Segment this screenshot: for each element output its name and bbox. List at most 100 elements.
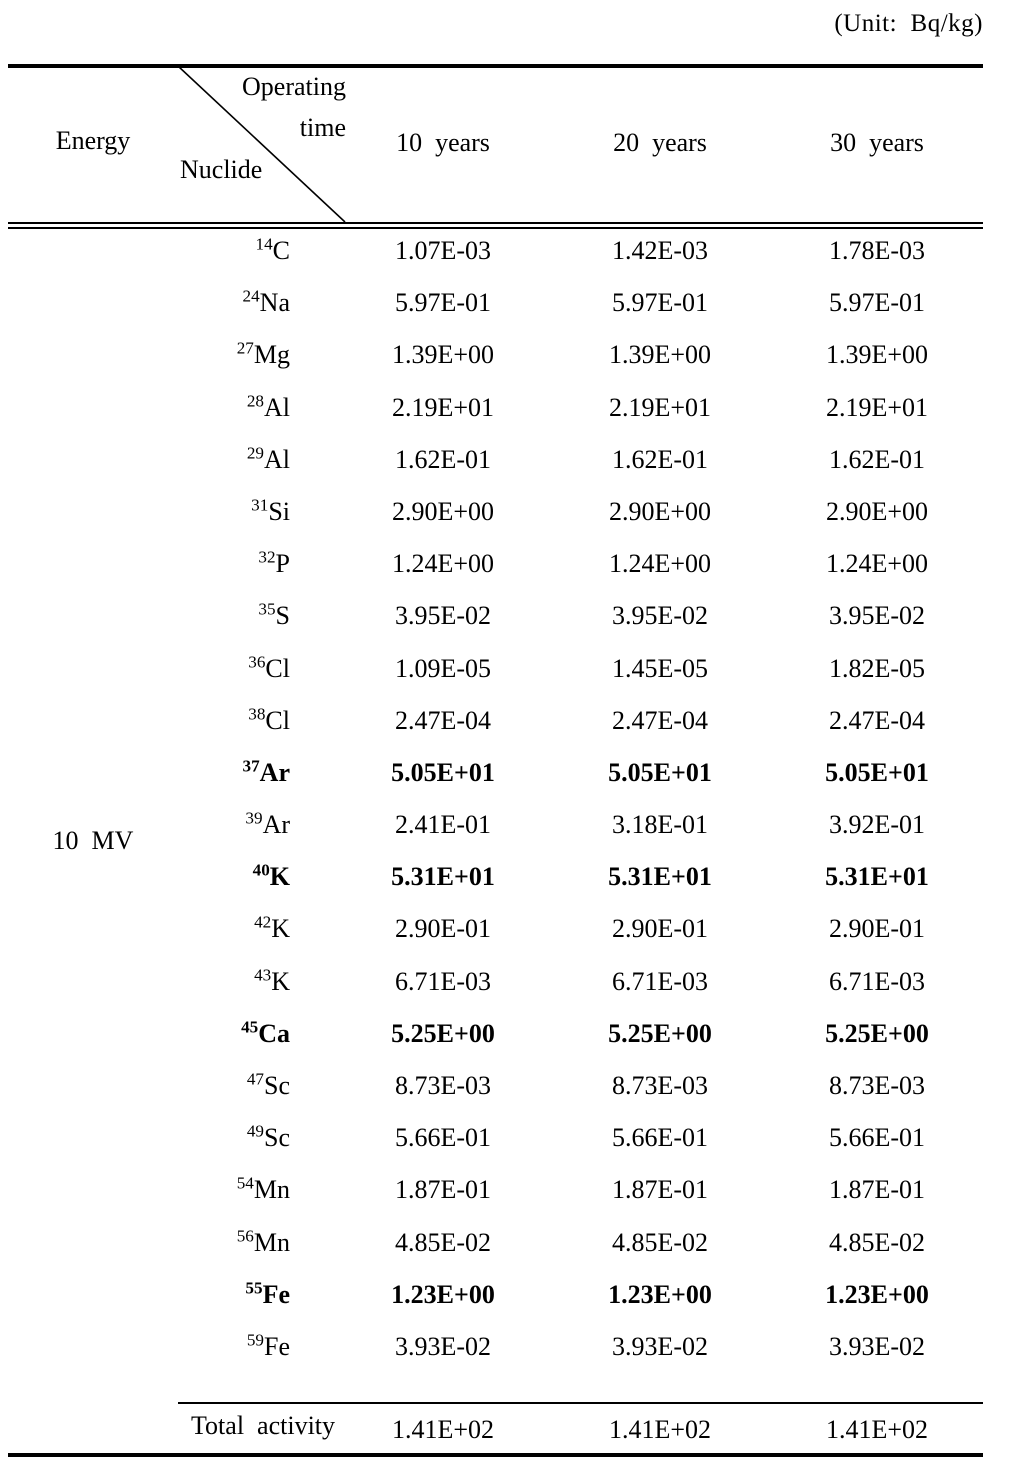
activity-value-cell: 8.73E-03 xyxy=(394,1071,492,1100)
table-row: 35S 3.95E-02 3.95E-02 3.95E-02 xyxy=(0,597,1016,649)
mass-number: 29 xyxy=(246,443,264,463)
activity-value-cell: 2.19E+01 xyxy=(608,392,712,422)
table-row: 32P 1.24E+00 1.24E+00 1.24E+00 xyxy=(0,545,1016,597)
header-energy-label: Energy xyxy=(55,126,131,155)
mass-number: 56 xyxy=(236,1225,254,1245)
mass-number: 40 xyxy=(252,860,270,880)
activity-value-cell: 5.25E+00 xyxy=(825,1018,929,1048)
element-symbol: Ca xyxy=(258,1018,290,1048)
activity-value-cell: 1.62E-01 xyxy=(394,444,492,474)
table-row: 36Cl 1.09E-05 1.45E-05 1.82E-05 xyxy=(0,650,1016,702)
mass-number: 31 xyxy=(251,495,269,515)
nuclide-cell: 27Mg xyxy=(180,336,290,374)
mass-number: 35 xyxy=(258,599,276,619)
table-row: 31Si 2.90E+00 2.90E+00 2.90E+00 xyxy=(0,493,1016,545)
table-row: 38Cl 2.47E-04 2.47E-04 2.47E-04 xyxy=(0,702,1016,754)
table-header: Energy Operating time Nuclide 10 years 2… xyxy=(0,66,1016,222)
header-nuclide-label: Nuclide xyxy=(180,155,263,184)
column-header-30-years: 30 years xyxy=(830,128,924,157)
nuclide-cell: 39Ar xyxy=(180,806,290,844)
mass-number: 37 xyxy=(242,756,260,776)
activity-value-cell: 5.97E-01 xyxy=(394,288,492,318)
mass-number: 28 xyxy=(246,390,264,410)
mass-number: 36 xyxy=(248,651,266,671)
activity-value-cell: 3.93E-02 xyxy=(394,1331,492,1361)
nuclide-cell: 29Al xyxy=(180,441,290,479)
table-body: 14C 1.07E-03 1.42E-03 1.78E-03 24Na 5.97E-01 5… xyxy=(0,232,1016,1380)
mass-number: 14 xyxy=(255,234,273,254)
element-symbol: Mn xyxy=(253,1175,290,1205)
header-double-rule-lower xyxy=(8,227,983,229)
mass-number: 27 xyxy=(236,338,254,358)
unit-caption: (Unit: Bq/kg) xyxy=(834,10,983,37)
activity-value-cell: 5.97E-01 xyxy=(611,288,709,318)
element-symbol: Sc xyxy=(264,1071,290,1100)
nuclide-cell: 47Sc xyxy=(180,1067,290,1105)
total-activity-value-30-years: 1.41E+02 xyxy=(825,1415,929,1444)
table-row: 54Mn 1.87E-01 1.87E-01 1.87E-01 xyxy=(0,1171,1016,1223)
element-symbol: Cl xyxy=(265,653,290,683)
activity-value-cell: 2.19E+01 xyxy=(825,392,929,422)
activity-value-cell: 3.93E-02 xyxy=(611,1331,709,1361)
nuclide-cell: 28Al xyxy=(180,389,290,427)
activity-value-cell: 5.25E+00 xyxy=(391,1018,495,1048)
activity-value-cell: 2.47E-04 xyxy=(611,705,709,735)
activity-value-cell: 1.23E+00 xyxy=(825,1279,929,1309)
table-row: 59Fe 3.93E-02 3.93E-02 3.93E-02 xyxy=(0,1328,1016,1380)
activity-value-cell: 5.05E+01 xyxy=(391,757,495,787)
activity-value-cell: 5.66E-01 xyxy=(611,1123,709,1153)
element-symbol: K xyxy=(269,862,290,892)
activity-value-cell: 2.90E-01 xyxy=(828,914,926,944)
activity-value-cell: 3.18E-01 xyxy=(611,810,709,840)
activity-value-cell: 6.71E-03 xyxy=(611,966,709,996)
activity-value-cell: 2.19E+01 xyxy=(391,392,495,422)
activity-value-cell: 8.73E-03 xyxy=(611,1071,709,1100)
activity-value-cell: 6.71E-03 xyxy=(394,966,492,996)
activity-value-cell: 1.87E-01 xyxy=(394,1175,492,1205)
element-symbol: Fe xyxy=(264,1331,290,1361)
activity-value-cell: 4.85E-02 xyxy=(828,1227,926,1257)
activity-value-cell: 2.47E-04 xyxy=(394,705,492,735)
table-row: 40K 5.31E+01 5.31E+01 5.31E+01 xyxy=(0,858,1016,910)
mass-number: 43 xyxy=(254,964,272,984)
nuclide-cell: 37Ar xyxy=(180,754,290,792)
activity-value-cell: 5.66E-01 xyxy=(828,1123,926,1153)
nuclide-cell: 55Fe xyxy=(180,1276,290,1314)
table-row: 49Sc 5.66E-01 5.66E-01 5.66E-01 xyxy=(0,1119,1016,1171)
activity-value-cell: 1.23E+00 xyxy=(608,1279,712,1309)
mass-number: 32 xyxy=(258,547,276,567)
table-row: 56Mn 4.85E-02 4.85E-02 4.85E-02 xyxy=(0,1224,1016,1276)
nuclide-cell: 59Fe xyxy=(180,1328,290,1366)
mass-number: 59 xyxy=(246,1330,264,1350)
activity-value-cell: 3.95E-02 xyxy=(828,601,926,631)
table-row: 28Al 2.19E+01 2.19E+01 2.19E+01 xyxy=(0,389,1016,441)
element-symbol: Fe xyxy=(262,1279,290,1309)
element-symbol: Na xyxy=(259,288,290,318)
mass-number: 24 xyxy=(242,286,260,306)
activity-value-cell: 5.31E+01 xyxy=(608,862,712,892)
activity-value-cell: 5.97E-01 xyxy=(828,288,926,318)
element-symbol: Sc xyxy=(264,1123,290,1153)
header-double-rule-upper xyxy=(8,222,983,224)
table-row: 39Ar 2.41E-01 3.18E-01 3.92E-01 xyxy=(0,806,1016,858)
mass-number: 47 xyxy=(246,1069,264,1089)
activity-value-cell: 4.85E-02 xyxy=(611,1227,709,1257)
activity-value-cell: 5.31E+01 xyxy=(825,862,929,892)
activity-value-cell: 1.39E+00 xyxy=(825,340,929,370)
activity-value-cell: 2.90E+00 xyxy=(608,496,712,526)
activity-value-cell: 1.62E-01 xyxy=(828,444,926,474)
activity-value-cell: 2.41E-01 xyxy=(394,810,492,840)
mass-number: 54 xyxy=(236,1173,254,1193)
activity-value-cell: 5.05E+01 xyxy=(825,757,929,787)
nuclide-cell: 40K xyxy=(180,858,290,896)
activity-value-cell: 1.24E+00 xyxy=(391,549,495,579)
total-activity-label: Total activity xyxy=(190,1411,336,1440)
activity-value-cell: 2.90E+00 xyxy=(391,496,495,526)
nuclide-cell: 36Cl xyxy=(180,650,290,688)
activity-value-cell: 1.07E-03 xyxy=(394,236,492,265)
header-operating-time-line1: Operating xyxy=(242,72,346,101)
activity-value-cell: 1.87E-01 xyxy=(611,1175,709,1205)
nuclide-cell: 54Mn xyxy=(180,1171,290,1209)
total-row-separator-rule xyxy=(178,1402,983,1404)
activity-value-cell: 5.66E-01 xyxy=(394,1123,492,1153)
